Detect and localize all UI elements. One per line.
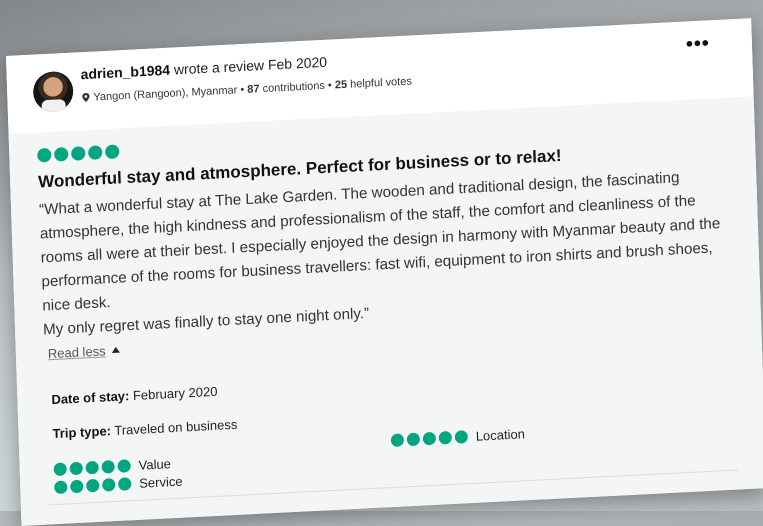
rating-bubble-icon bbox=[117, 459, 131, 473]
rating-bubble-icon bbox=[53, 462, 67, 477]
date-of-stay-label: Date of stay: bbox=[51, 388, 130, 408]
trip-type-value: Traveled on business bbox=[114, 416, 238, 438]
trip-type: Trip type: Traveled on business bbox=[52, 417, 237, 441]
review-rating bbox=[37, 144, 120, 163]
rating-bubble-icon bbox=[54, 480, 68, 495]
trip-type-label: Trip type: bbox=[52, 423, 112, 442]
more-options-icon[interactable]: ••• bbox=[686, 32, 711, 56]
subrating-service: Service bbox=[54, 474, 183, 495]
avatar[interactable] bbox=[32, 70, 74, 113]
rating-bubble-icon bbox=[104, 144, 120, 160]
rating-bubble-icon bbox=[102, 478, 116, 492]
review-action-text: wrote a review Feb 2020 bbox=[173, 53, 328, 78]
location-pin-icon bbox=[82, 93, 90, 103]
read-less-button[interactable]: Read less bbox=[47, 343, 120, 362]
rating-bubble-icon bbox=[101, 460, 115, 474]
helpful-votes-count: 25 bbox=[334, 78, 348, 92]
helpful-votes-label: helpful votes bbox=[349, 75, 413, 91]
subrating-bubbles bbox=[390, 430, 469, 448]
caret-up-icon bbox=[111, 346, 120, 354]
rating-bubble-icon bbox=[88, 145, 103, 160]
review-headline: adrien_b1984 wrote a review Feb 2020 bbox=[80, 54, 327, 82]
rating-bubble-icon bbox=[69, 461, 83, 476]
reviewer-meta: Yangon (Rangoon), Myanmar • 87 contribut… bbox=[81, 76, 412, 105]
rating-bubble-icon bbox=[54, 146, 69, 162]
rating-bubble-icon bbox=[71, 146, 86, 161]
date-of-stay: Date of stay: February 2020 bbox=[51, 384, 218, 407]
review-text: “What a wonderful stay at The Lake Garde… bbox=[39, 164, 733, 343]
subrating-bubbles bbox=[54, 477, 132, 495]
subrating-location: Location bbox=[390, 426, 526, 448]
rating-bubble-icon bbox=[85, 460, 99, 475]
contributions-label: contributions bbox=[262, 79, 326, 96]
rating-bubble-icon bbox=[118, 477, 132, 491]
review-body: Wonderful stay and atmosphere. Perfect f… bbox=[8, 96, 763, 526]
rating-bubble-icon bbox=[422, 431, 437, 446]
subrating-label: Value bbox=[138, 456, 172, 473]
rating-bubble-icon bbox=[390, 433, 405, 448]
date-of-stay-value: February 2020 bbox=[132, 383, 218, 404]
rating-bubble-icon bbox=[37, 147, 52, 163]
rating-bubble-icon bbox=[70, 479, 84, 494]
review-card: adrien_b1984 wrote a review Feb 2020 Yan… bbox=[6, 18, 763, 526]
rating-bubble-icon bbox=[438, 430, 453, 445]
subrating-label: Location bbox=[475, 426, 526, 444]
rating-bubble-icon bbox=[86, 478, 100, 493]
reviewer-location: Yangon (Rangoon), Myanmar bbox=[93, 84, 238, 104]
meta-separator: • bbox=[327, 79, 333, 92]
subrating-label: Service bbox=[138, 473, 183, 491]
contributions-count: 87 bbox=[247, 83, 260, 96]
username-link[interactable]: adrien_b1984 bbox=[80, 62, 170, 83]
rating-bubble-icon bbox=[454, 430, 469, 444]
meta-separator: • bbox=[240, 83, 245, 97]
rating-bubble-icon bbox=[406, 432, 421, 447]
subrating-bubbles bbox=[53, 459, 131, 477]
subrating-value: Value bbox=[53, 456, 171, 477]
read-less-label: Read less bbox=[47, 343, 106, 362]
